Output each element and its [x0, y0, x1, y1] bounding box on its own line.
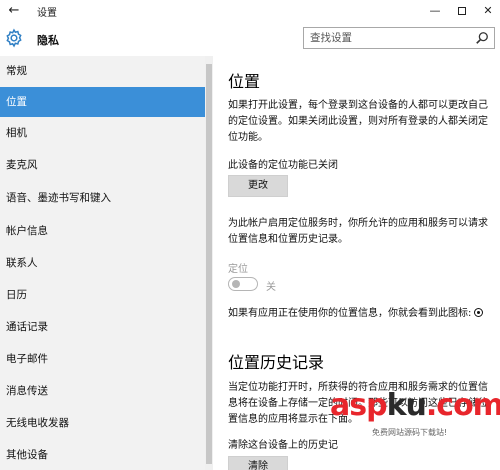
watermark-part: .com — [425, 388, 500, 423]
location-toggle-state: 关 — [266, 282, 276, 293]
header: 隐私 — [0, 22, 500, 56]
change-button[interactable]: 更改 — [228, 175, 288, 197]
location-toggle[interactable] — [228, 277, 258, 291]
watermark-logo: aspku.com 免费网站源码下载站! — [330, 388, 500, 468]
maximize-icon — [458, 7, 466, 15]
sidebar-item-calendar[interactable]: 日历 — [0, 280, 205, 310]
location-history-heading: 位置历史记录 — [228, 353, 325, 372]
sidebar-item-camera[interactable]: 相机 — [0, 118, 205, 148]
watermark-subtitle: 免费网站源码下载站! — [372, 428, 448, 437]
location-toggle-label: 定位 — [228, 264, 248, 275]
close-button[interactable]: ✕ — [477, 2, 499, 20]
sidebar-item-messaging[interactable]: 消息传送 — [0, 376, 205, 406]
search-box[interactable] — [303, 27, 495, 49]
scrollbar-thumb[interactable] — [206, 64, 212, 464]
sidebar-item-general[interactable]: 常规 — [0, 56, 205, 86]
sidebar-scrollbar[interactable] — [205, 56, 213, 470]
location-description-line: 的定位设置。如果关闭此设置，则对所有登录的人都关闭定 — [228, 116, 488, 127]
sidebar-item-speech-inking-typing[interactable]: 语音、墨迹书写和键入 — [0, 183, 205, 213]
account-location-text: 为此帐户启用定位服务时，你所允许的应用和服务可以请求 位置信息和位置历史记录。 — [228, 216, 490, 248]
minimize-button[interactable]: — — [424, 2, 446, 20]
gear-icon — [6, 28, 22, 48]
sidebar-item-radios[interactable]: 无线电收发器 — [0, 408, 205, 438]
location-in-use-text: 如果有应用正在使用你的位置信息，你就会看到此图标: — [228, 304, 484, 319]
toggle-knob — [232, 280, 240, 288]
search-icon[interactable] — [475, 31, 489, 45]
title-bar: ← 设置 — ✕ — [0, 0, 500, 22]
location-heading: 位置 — [228, 72, 261, 91]
location-in-use-label: 如果有应用正在使用你的位置信息，你就会看到此图标: — [228, 308, 472, 319]
sidebar-item-microphone[interactable]: 麦克风 — [0, 150, 205, 180]
search-input[interactable] — [310, 30, 470, 46]
location-description-line: 位功能。 — [228, 132, 268, 143]
sidebar-item-email[interactable]: 电子邮件 — [0, 344, 205, 374]
location-description: 如果打开此设置，每个登录到这台设备的人都可以更改自己 的定位设置。如果关闭此设置… — [228, 98, 490, 146]
sidebar-item-location[interactable]: 位置 — [0, 87, 205, 117]
account-location-line: 位置信息和位置历史记录。 — [228, 234, 348, 245]
device-location-status: 此设备的定位功能已关闭 — [228, 160, 338, 171]
location-description-line: 如果打开此设置，每个登录到这台设备的人都可以更改自己 — [228, 100, 488, 111]
maximize-button[interactable] — [451, 2, 473, 20]
watermark-part: asp — [330, 388, 388, 423]
account-location-line: 为此帐户启用定位服务时，你所允许的应用和服务可以请求 — [228, 218, 488, 229]
sidebar-item-call-history[interactable]: 通话记录 — [0, 312, 205, 342]
watermark-part: ku — [386, 388, 427, 423]
sidebar-item-other-devices[interactable]: 其他设备 — [0, 440, 205, 470]
sidebar-item-account-info[interactable]: 帐户信息 — [0, 216, 205, 246]
location-in-use-icon — [474, 308, 484, 317]
sidebar-item-contacts[interactable]: 联系人 — [0, 248, 205, 278]
sidebar: 常规 位置 相机 麦克风 语音、墨迹书写和键入 帐户信息 联系人 日历 通话记录… — [0, 56, 205, 470]
clear-history-label: 清除这台设备上的历史记 — [228, 440, 338, 451]
back-button[interactable]: ← — [6, 3, 22, 19]
clear-button[interactable]: 清除 — [228, 456, 288, 470]
page-title: 隐私 — [37, 34, 59, 47]
watermark-text: aspku.com — [330, 388, 500, 423]
window-title: 设置 — [37, 8, 57, 19]
